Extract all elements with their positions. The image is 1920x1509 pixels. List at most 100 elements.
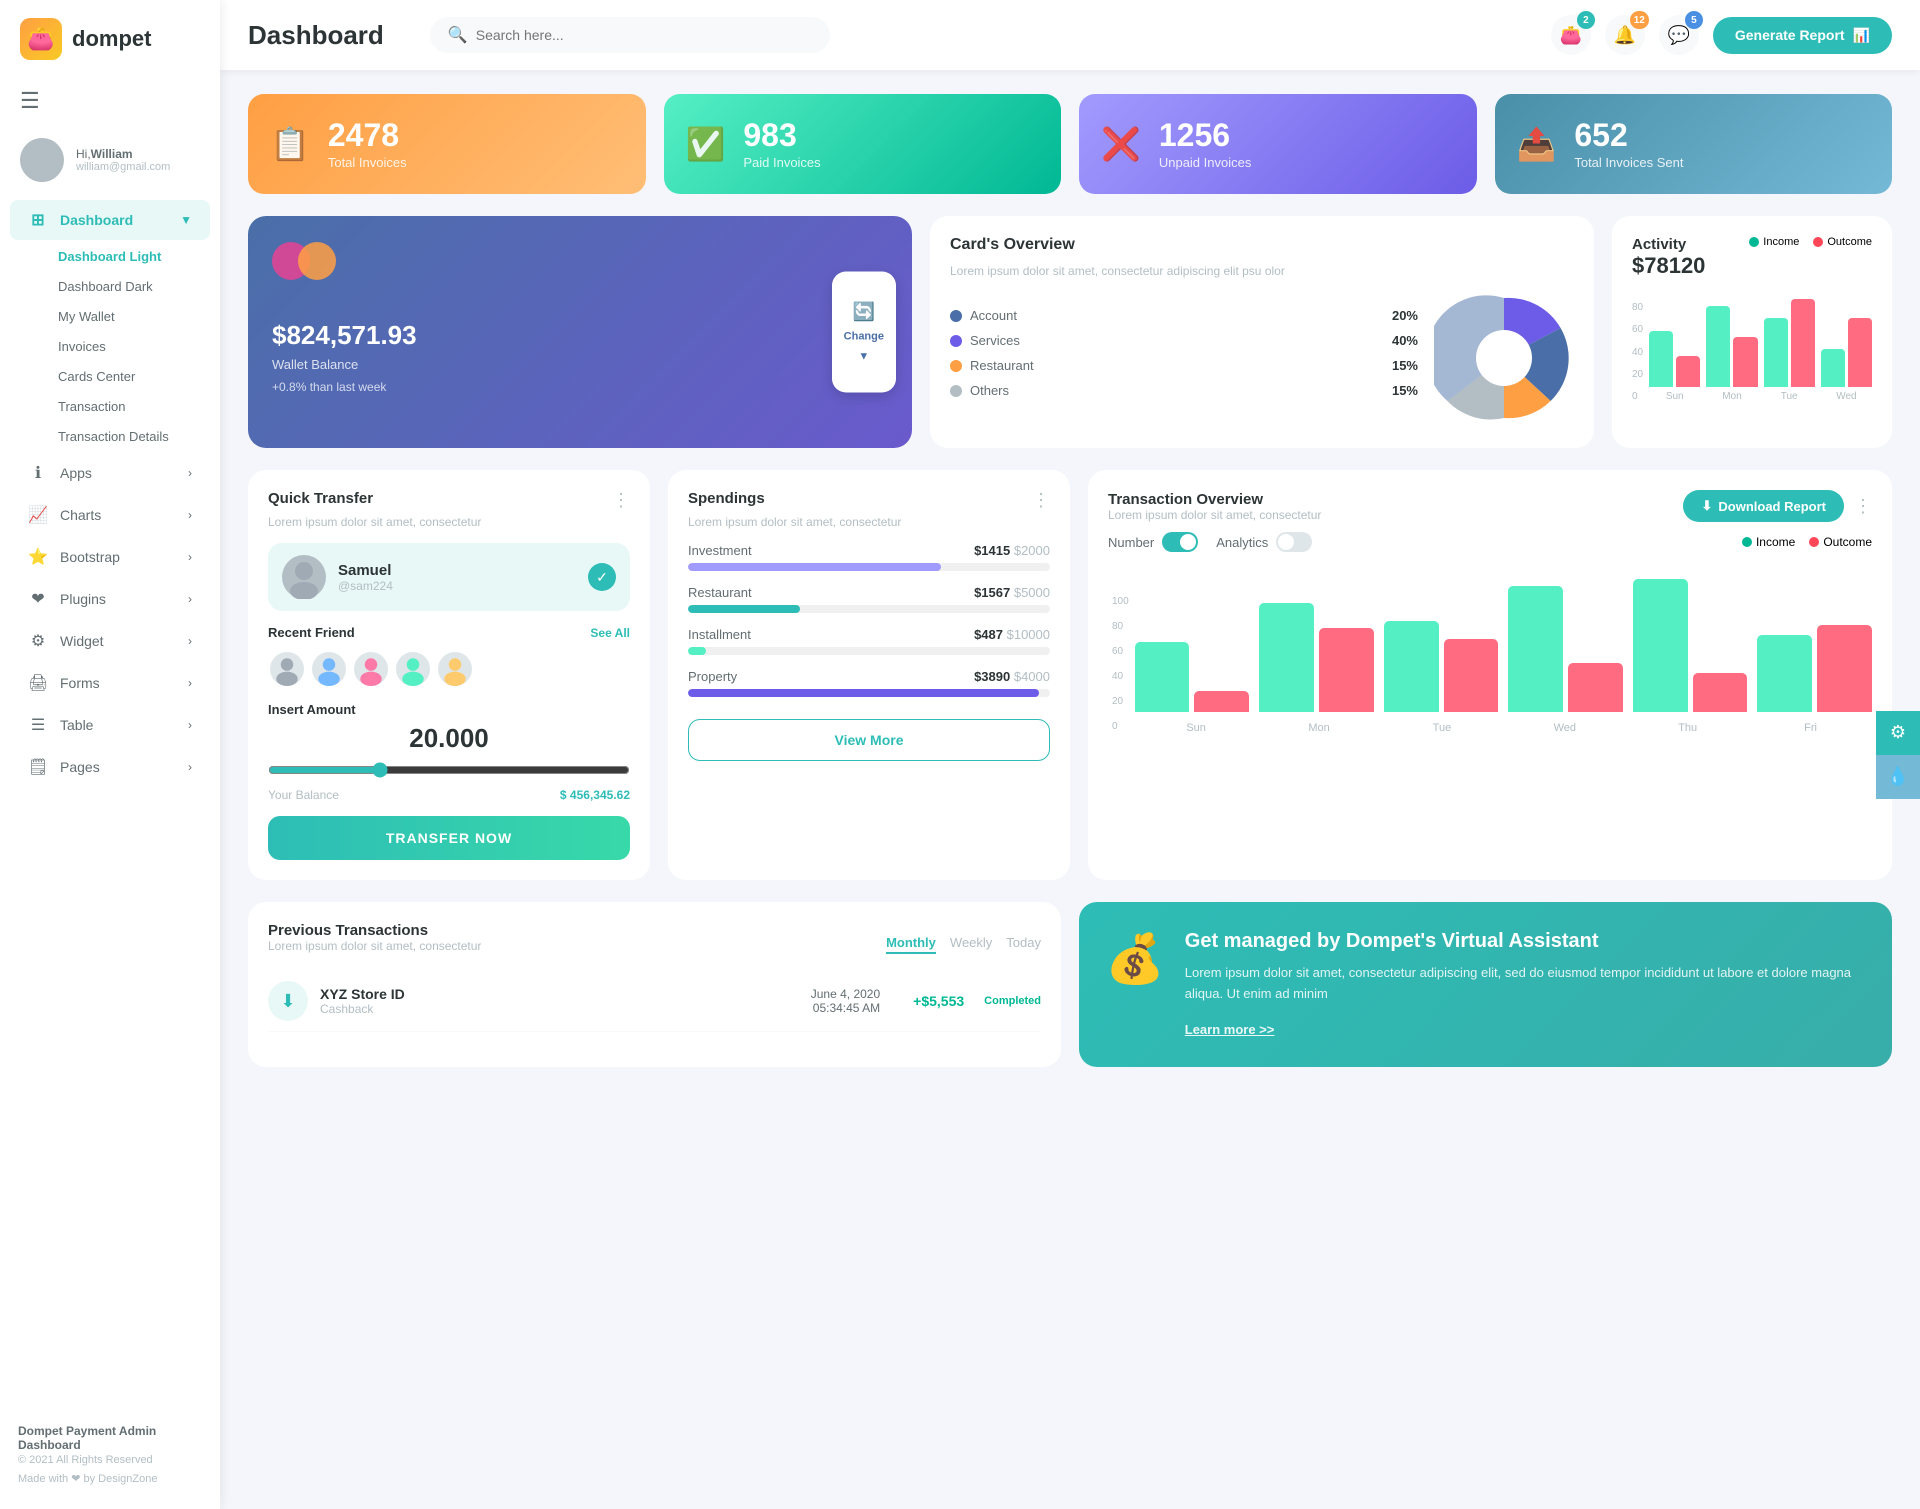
- hamburger-icon[interactable]: ☰: [0, 78, 220, 124]
- change-button[interactable]: 🔄 Change ▼: [832, 272, 896, 393]
- overview-legend: Account 20% Services 40% Restaurant 15%: [950, 308, 1418, 408]
- to-income-label: Income: [1756, 535, 1795, 549]
- generate-report-button[interactable]: Generate Report 📊: [1713, 17, 1892, 54]
- big-bar-group-thu: [1633, 579, 1748, 712]
- sub-item-transaction[interactable]: Transaction: [48, 392, 210, 421]
- activity-legend: Income Outcome: [1749, 236, 1872, 248]
- sidebar-item-plugins[interactable]: ❤ Plugins ›: [10, 579, 210, 619]
- chat-notifications-btn[interactable]: 💬 5: [1659, 15, 1699, 55]
- search-bar[interactable]: 🔍: [430, 17, 830, 53]
- sidebar-item-charts[interactable]: 📈 Charts ›: [10, 495, 210, 535]
- virtual-assistant-card: 💰 Get managed by Dompet's Virtual Assist…: [1079, 902, 1892, 1067]
- wallet-notifications-btn[interactable]: 👛 2: [1551, 15, 1591, 55]
- y-axis: 020406080: [1632, 302, 1643, 402]
- avatar: [20, 138, 64, 182]
- wallet-badge: 2: [1577, 11, 1595, 29]
- refresh-icon: 🔄: [853, 302, 875, 323]
- tx-sub-1: Cashback: [320, 1002, 405, 1016]
- transfer-now-button[interactable]: TRANSFER NOW: [268, 816, 630, 860]
- friend-avatar-3[interactable]: [352, 650, 390, 688]
- tab-today[interactable]: Today: [1006, 935, 1041, 954]
- big-bar-income-wed: [1508, 586, 1563, 712]
- amount-slider[interactable]: [268, 762, 630, 778]
- va-text: Get managed by Dompet's Virtual Assistan…: [1185, 930, 1866, 1039]
- paid-invoices-icon: ✅: [686, 125, 726, 163]
- spending-bar-fill-property: [688, 689, 1039, 697]
- forms-icon: 🖨: [28, 673, 48, 693]
- big-bar-outcome-wed: [1568, 663, 1623, 712]
- friend-avatar-1[interactable]: [268, 650, 306, 688]
- to-chart: Sun Mon Tue Wed Thu Fri: [1135, 562, 1872, 734]
- sidebar-item-bootstrap[interactable]: ⭐ Bootstrap ›: [10, 537, 210, 577]
- spending-amount-installment: $487 $10000: [974, 627, 1050, 642]
- header: Dashboard 🔍 👛 2 🔔 12 💬 5 Generate Report…: [220, 0, 1920, 70]
- sidebar-item-dashboard[interactable]: ⊞ Dashboard ▼: [10, 200, 210, 240]
- to-more-options-icon[interactable]: ⋮: [1854, 496, 1872, 517]
- sidebar-item-label-widget: Widget: [60, 633, 104, 649]
- spending-investment-header: Investment $1415 $2000: [688, 543, 1050, 558]
- transfer-contact[interactable]: Samuel @sam224 ✓: [268, 543, 630, 611]
- download-icon: ⬇: [1701, 498, 1712, 514]
- sub-item-invoices[interactable]: Invoices: [48, 332, 210, 361]
- big-bar-outcome-sun: [1194, 691, 1249, 712]
- drop-float-button[interactable]: 💧: [1876, 755, 1920, 799]
- download-btn-label: Download Report: [1718, 499, 1826, 514]
- big-bar-group-wed: [1508, 586, 1623, 712]
- contact-handle: @sam224: [338, 579, 393, 593]
- friend-avatar-2[interactable]: [310, 650, 348, 688]
- sub-item-dashboard-dark[interactable]: Dashboard Dark: [48, 272, 210, 301]
- user-profile: Hi,William william@gmail.com: [0, 124, 220, 192]
- legend-label-restaurant: Restaurant: [970, 358, 1034, 373]
- total-invoices-label: Total Invoices: [328, 155, 407, 170]
- mc-circle-orange: [298, 242, 336, 280]
- sidebar-item-apps[interactable]: ℹ Apps ›: [10, 453, 210, 493]
- see-all-link[interactable]: See All: [590, 626, 630, 640]
- stat-card-total-invoices: 📋 2478 Total Invoices: [248, 94, 646, 194]
- sidebar-item-widget[interactable]: ⚙ Widget ›: [10, 621, 210, 661]
- sub-item-dashboard-light[interactable]: Dashboard Light: [48, 242, 210, 271]
- more-options-icon[interactable]: ⋮: [612, 490, 630, 511]
- settings-float-button[interactable]: ⚙: [1876, 711, 1920, 755]
- sidebar-item-forms[interactable]: 🖨 Forms ›: [10, 663, 210, 703]
- drop-float-icon: 💧: [1887, 766, 1909, 787]
- va-title: Get managed by Dompet's Virtual Assistan…: [1185, 930, 1866, 953]
- big-bar-chart: [1135, 572, 1872, 712]
- friend-avatar-4[interactable]: [394, 650, 432, 688]
- sidebar-item-pages[interactable]: 🗒 Pages ›: [10, 747, 210, 787]
- spendings-more-options-icon[interactable]: ⋮: [1032, 490, 1050, 511]
- sub-item-transaction-details[interactable]: Transaction Details: [48, 422, 210, 451]
- income-label: Income: [1763, 236, 1799, 248]
- va-learn-more-link[interactable]: Learn more >>: [1185, 1022, 1275, 1037]
- big-label-thu: Thu: [1626, 722, 1749, 734]
- bar-chart: [1649, 287, 1872, 387]
- outcome-dot: [1813, 237, 1823, 247]
- legend-dot-restaurant: [950, 360, 962, 372]
- number-toggle[interactable]: [1162, 532, 1198, 552]
- content-area: 📋 2478 Total Invoices ✅ 983 Paid Invoice…: [220, 70, 1920, 1509]
- contact-avatar: [282, 555, 326, 599]
- analytics-toggle[interactable]: [1276, 532, 1312, 552]
- activity-card: Activity $78120 Income Outcome: [1612, 216, 1892, 448]
- sub-item-cards-center[interactable]: Cards Center: [48, 362, 210, 391]
- tab-monthly[interactable]: Monthly: [886, 935, 936, 954]
- unpaid-invoices-icon: ❌: [1101, 125, 1141, 163]
- header-actions: 👛 2 🔔 12 💬 5 Generate Report 📊: [1551, 15, 1892, 55]
- bell-notifications-btn[interactable]: 🔔 12: [1605, 15, 1645, 55]
- generate-report-label: Generate Report: [1735, 27, 1845, 43]
- tab-weekly[interactable]: Weekly: [950, 935, 992, 954]
- download-report-button[interactable]: ⬇ Download Report: [1683, 490, 1844, 522]
- charts-icon: 📈: [28, 505, 48, 525]
- chevron-down-icon: ▼: [180, 213, 192, 227]
- view-more-button[interactable]: View More: [688, 719, 1050, 761]
- sidebar-item-table[interactable]: ☰ Table ›: [10, 705, 210, 745]
- wallet-balance: $824,571.93: [272, 320, 888, 351]
- sub-item-my-wallet[interactable]: My Wallet: [48, 302, 210, 331]
- friend-avatar-5[interactable]: [436, 650, 474, 688]
- previous-transactions-card: Previous Transactions Lorem ipsum dolor …: [248, 902, 1061, 1067]
- search-input[interactable]: [476, 27, 812, 43]
- tx-date-1: June 4, 2020 05:34:45 AM: [811, 987, 880, 1015]
- spendings-subtitle: Lorem ipsum dolor sit amet, consectetur: [688, 515, 1050, 529]
- chevron-right-icon-4: ›: [188, 592, 192, 606]
- spending-installment-header: Installment $487 $10000: [688, 627, 1050, 642]
- chevron-right-icon-7: ›: [188, 718, 192, 732]
